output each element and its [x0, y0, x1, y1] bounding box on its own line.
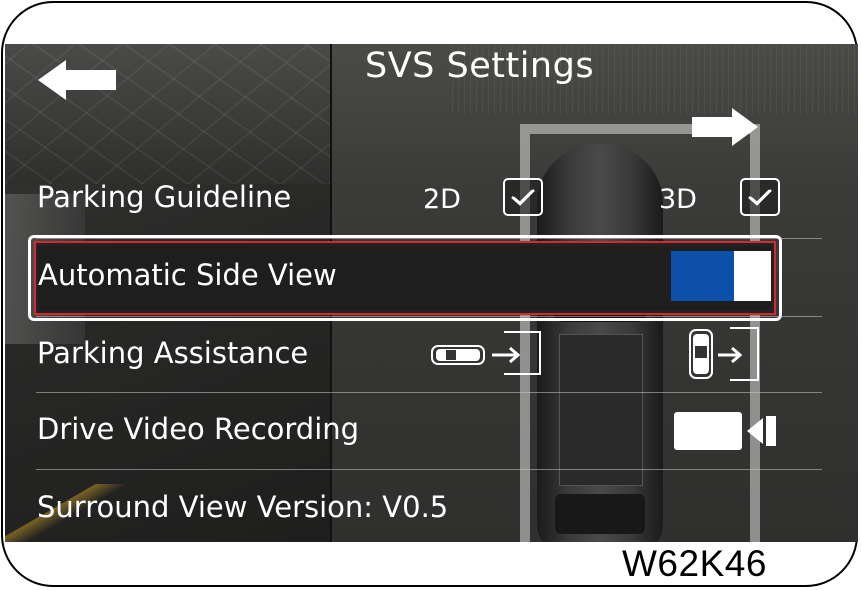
- version-label: Surround View Version: V0.5: [37, 490, 449, 524]
- guideline-2d-label: 2D: [423, 184, 461, 215]
- car-parallel-parking-icon[interactable]: [430, 328, 544, 380]
- parking-guideline-label: Parking Guideline: [37, 180, 292, 214]
- row-divider: [36, 469, 822, 470]
- forward-arrow-icon[interactable]: [690, 106, 760, 148]
- drive-video-recording-label: Drive Video Recording: [37, 412, 360, 446]
- guideline-2d-checkbox[interactable]: [503, 178, 543, 216]
- back-arrow-icon[interactable]: [36, 58, 118, 102]
- figure-code: W62K46: [622, 543, 767, 584]
- page-title: SVS Settings: [365, 46, 595, 86]
- automatic-side-view-toggle[interactable]: [671, 251, 771, 301]
- toggle-track: [671, 251, 734, 301]
- guideline-3d-label: 3D: [659, 184, 697, 215]
- toggle-knob: [734, 251, 771, 301]
- row-divider: [36, 392, 822, 393]
- video-record-icon[interactable]: [673, 410, 779, 452]
- checkmark-icon: [748, 189, 772, 206]
- automatic-side-view-label: Automatic Side View: [38, 258, 337, 292]
- guideline-3d-checkbox[interactable]: [740, 178, 780, 216]
- row-divider: [36, 316, 822, 317]
- vehicle-top-view: [537, 144, 663, 542]
- checkmark-icon: [511, 189, 535, 206]
- car-perpendicular-parking-icon[interactable]: [686, 324, 762, 384]
- parking-assistance-label: Parking Assistance: [37, 336, 309, 370]
